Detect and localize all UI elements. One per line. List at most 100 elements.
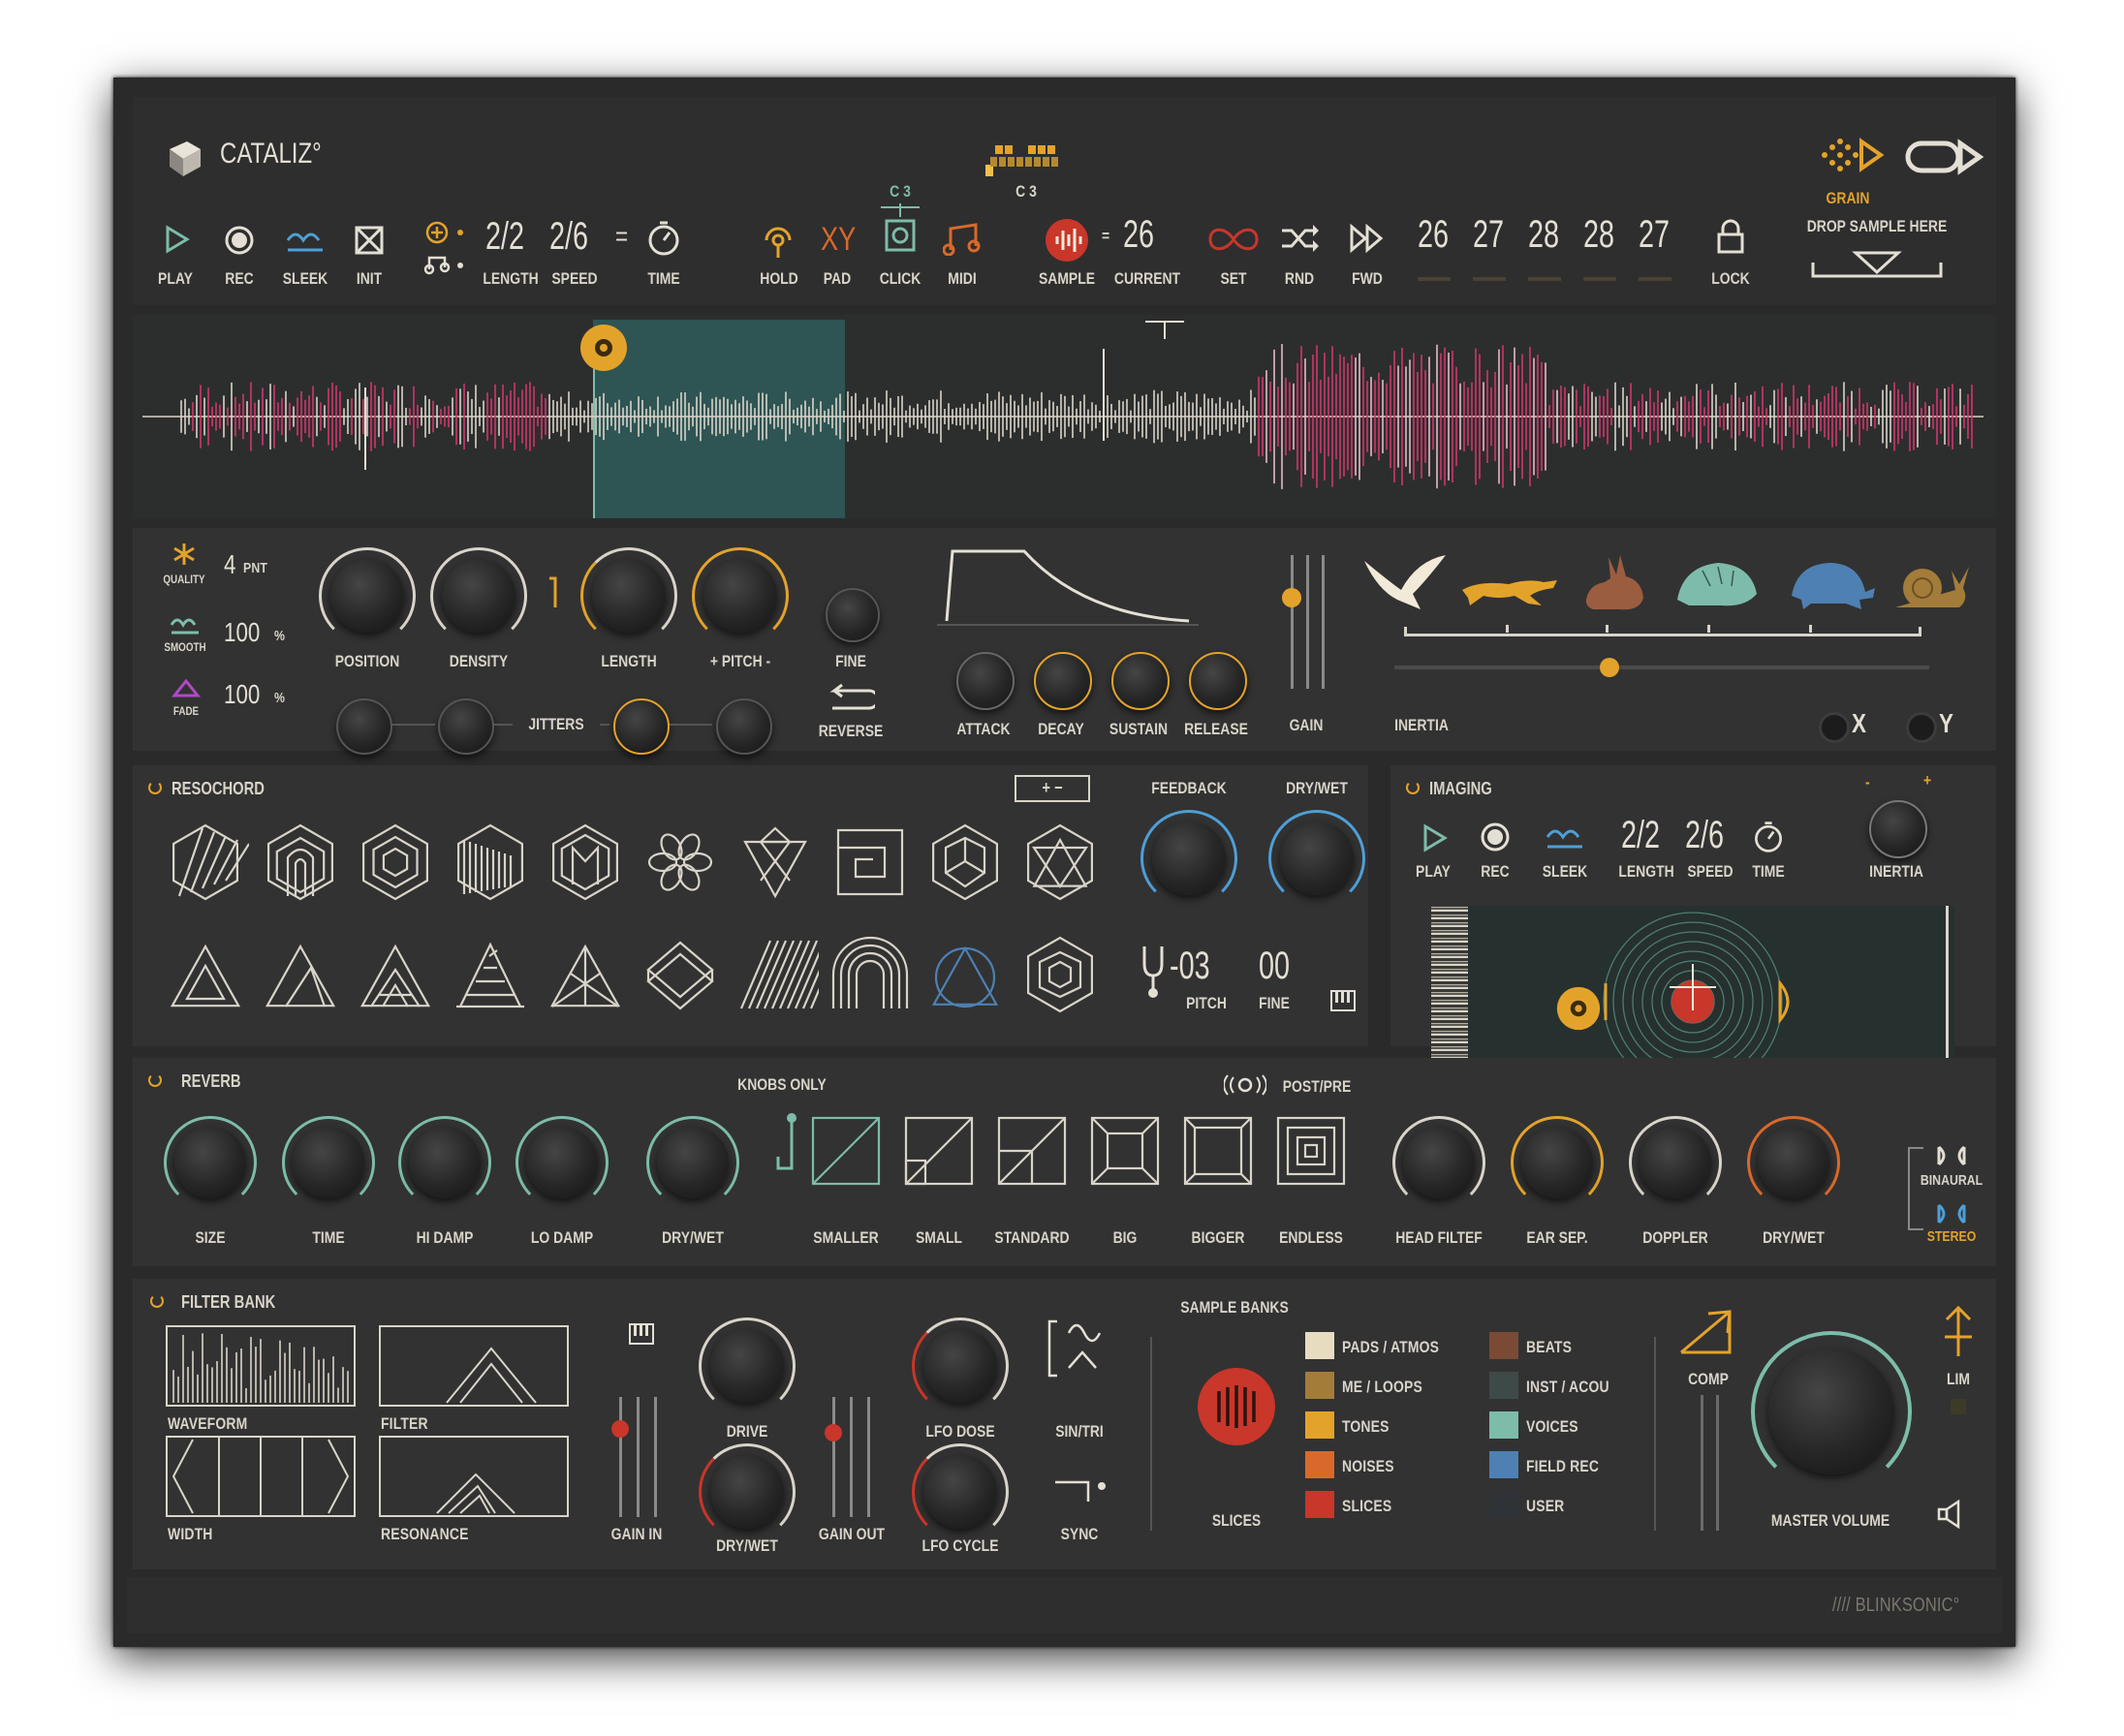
play-icon[interactable] <box>162 225 191 254</box>
pad-value[interactable]: XY <box>821 221 856 259</box>
chord-shape-4-icon[interactable] <box>447 819 534 906</box>
density-link-icon[interactable] <box>544 574 563 609</box>
speaker-icon[interactable] <box>1937 1500 1970 1529</box>
chord-shape-11-icon[interactable] <box>162 931 249 1018</box>
bank-item[interactable]: VOICES <box>1489 1411 1664 1442</box>
slices-button-icon[interactable] <box>1196 1366 1277 1447</box>
chord-shape-19-icon[interactable] <box>921 931 1009 1018</box>
slot-3[interactable]: 28 <box>1528 213 1559 257</box>
reverse-icon[interactable] <box>827 683 875 716</box>
inertia-slider-handle[interactable] <box>1600 658 1619 677</box>
room-big-icon[interactable] <box>1090 1116 1160 1186</box>
fine-knob[interactable] <box>826 588 880 642</box>
spatial-doppler-knob[interactable] <box>1640 1127 1711 1198</box>
lock-icon[interactable] <box>1716 219 1745 254</box>
resochord-power-icon[interactable] <box>148 781 162 794</box>
imaging-length-value[interactable]: 2/2 <box>1621 814 1660 857</box>
pitch-knob[interactable] <box>703 559 777 633</box>
chord-shape-5-icon[interactable] <box>542 819 629 906</box>
shuffle-icon[interactable] <box>1280 223 1319 254</box>
snail-icon[interactable] <box>1891 561 1973 611</box>
sleek-icon[interactable] <box>286 227 325 254</box>
source-marker-icon[interactable] <box>1555 985 1602 1032</box>
chord-shape-1-icon[interactable] <box>162 819 249 906</box>
filterbank-piano-icon[interactable] <box>629 1323 654 1345</box>
sustain-knob[interactable] <box>1111 652 1170 710</box>
drive-knob[interactable] <box>710 1329 784 1403</box>
waveform-panel[interactable] <box>133 315 1996 518</box>
resonance-box[interactable] <box>379 1436 569 1517</box>
release-knob[interactable] <box>1189 652 1247 710</box>
postpre-icon[interactable] <box>1224 1073 1266 1097</box>
filterbank-power-icon[interactable] <box>150 1294 164 1308</box>
drop-zone-icon[interactable] <box>1809 247 1945 280</box>
reverb-hi-damp-knob[interactable] <box>409 1127 481 1198</box>
length-knob[interactable] <box>592 559 666 633</box>
length-value[interactable]: 2/2 <box>485 215 524 259</box>
chord-shape-16-icon[interactable] <box>637 931 724 1018</box>
reverb-size-knob[interactable] <box>174 1127 246 1198</box>
playhead-marker-icon[interactable] <box>578 323 629 373</box>
bank-item[interactable]: ME / LOOPS <box>1305 1372 1480 1403</box>
init-icon[interactable] <box>354 225 385 256</box>
record-icon[interactable] <box>224 225 255 256</box>
lim-icon[interactable] <box>1941 1304 1976 1358</box>
chord-shape-20-icon[interactable] <box>1016 931 1104 1018</box>
imaging-stopwatch-icon[interactable] <box>1751 820 1786 854</box>
gain-in-handle[interactable] <box>611 1420 629 1438</box>
slot-5[interactable]: 27 <box>1639 213 1670 257</box>
reverb-time-knob[interactable] <box>293 1127 364 1198</box>
inertia-slider-track[interactable] <box>1394 666 1929 669</box>
chord-shape-12-icon[interactable] <box>257 931 344 1018</box>
room-endless-icon[interactable] <box>1276 1116 1346 1186</box>
imaging-inertia-knob[interactable] <box>1869 800 1927 858</box>
hedgehog-icon[interactable] <box>1673 557 1761 611</box>
speed-value[interactable]: 2/6 <box>549 215 588 259</box>
sync-icon[interactable] <box>1053 1478 1108 1507</box>
room-standard-icon[interactable] <box>997 1116 1067 1186</box>
spatial-dry-wet-knob[interactable] <box>1758 1127 1829 1198</box>
chord-shape-14-icon[interactable] <box>447 931 534 1018</box>
imaging-play-icon[interactable] <box>1420 823 1449 852</box>
chord-shape-17-icon[interactable] <box>732 931 819 1018</box>
infinity-set-icon[interactable] <box>1206 225 1261 254</box>
spatial-ear-sep--knob[interactable] <box>1521 1127 1593 1198</box>
envelope-graph[interactable] <box>937 542 1199 629</box>
tuning-fork-icon[interactable] <box>1140 945 1166 999</box>
chord-shape-7-icon[interactable] <box>732 819 819 906</box>
bank-item[interactable]: FIELD REC <box>1489 1451 1664 1482</box>
chord-shape-3-icon[interactable] <box>352 819 439 906</box>
tempo-plus-icon[interactable] <box>423 219 468 277</box>
resochord-drywet-knob[interactable] <box>1280 822 1354 895</box>
density-knob[interactable] <box>442 559 515 633</box>
jitter-density-knob[interactable] <box>438 698 494 755</box>
quality-value[interactable]: 4 <box>224 549 235 580</box>
slot-4[interactable]: 28 <box>1583 213 1614 257</box>
rabbit-icon[interactable] <box>1581 551 1649 613</box>
forward-icon[interactable] <box>1350 223 1385 254</box>
feedback-knob[interactable] <box>1152 822 1226 895</box>
binaural-icon[interactable] <box>1935 1145 1968 1166</box>
attack-knob[interactable] <box>956 652 1015 710</box>
width-box[interactable] <box>166 1436 356 1517</box>
bank-item[interactable]: BEATS <box>1489 1332 1664 1363</box>
sin-tri-icon[interactable] <box>1047 1318 1106 1380</box>
reverb-dry-wet-knob[interactable] <box>657 1127 729 1198</box>
sample-icon[interactable] <box>1044 217 1090 264</box>
chord-shape-6-icon[interactable] <box>637 819 724 906</box>
chord-shape-18-icon[interactable] <box>827 931 914 1018</box>
comp-icon[interactable] <box>1679 1308 1734 1356</box>
gain-out-handle[interactable] <box>825 1424 842 1442</box>
piano-keys-icon[interactable] <box>1330 990 1356 1011</box>
grain-mode-icon[interactable] <box>1819 136 1887 174</box>
x-toggle[interactable] <box>1819 712 1850 743</box>
cheetah-icon[interactable] <box>1460 571 1561 609</box>
bank-item[interactable]: USER <box>1489 1491 1664 1522</box>
resochord-pitch-value[interactable]: -03 <box>1170 945 1210 988</box>
reverb-lo-damp-knob[interactable] <box>526 1127 598 1198</box>
jitter-position-knob[interactable] <box>336 698 392 755</box>
imaging-speed-value[interactable]: 2/6 <box>1685 814 1724 857</box>
hold-icon[interactable] <box>761 221 796 260</box>
chord-shape-13-icon[interactable] <box>352 931 439 1018</box>
waveform-box[interactable] <box>166 1325 356 1407</box>
